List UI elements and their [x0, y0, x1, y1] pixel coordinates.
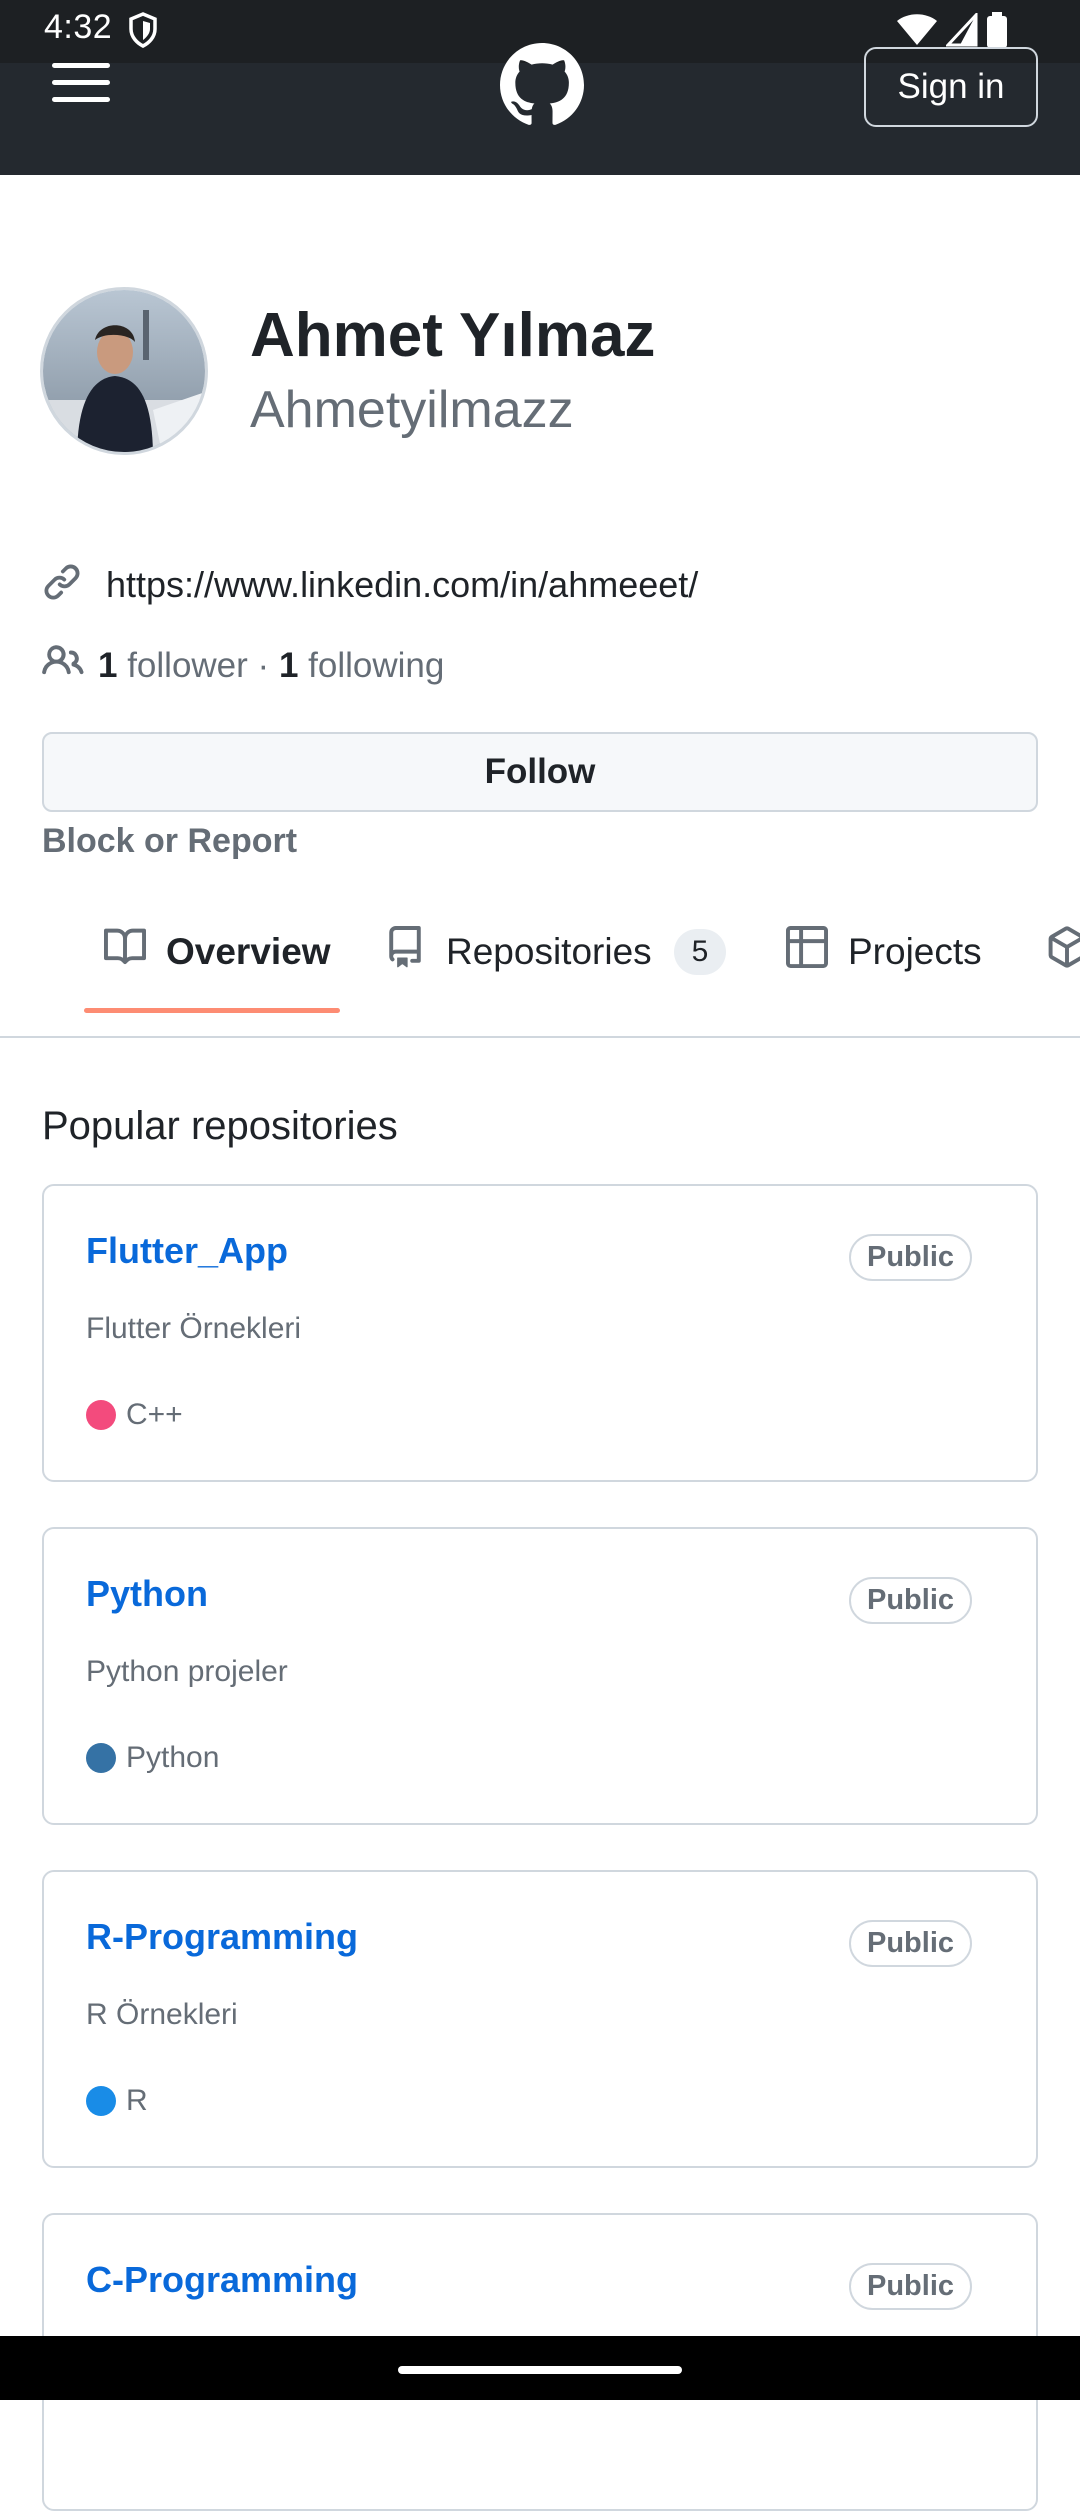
- tab-repositories-label: Repositories: [446, 930, 652, 972]
- people-icon: [42, 640, 84, 691]
- repo-language: C++: [86, 1398, 183, 1432]
- package-icon: [1046, 926, 1080, 977]
- repo-card: R-Programming Public R Örnekleri R: [42, 1870, 1038, 2168]
- following-count[interactable]: 1: [279, 646, 298, 686]
- tab-overview-label: Overview: [166, 930, 331, 972]
- tab-packages[interactable]: [1046, 926, 1080, 977]
- repo-name-link[interactable]: Flutter_App: [86, 1230, 288, 1272]
- followers-count[interactable]: 1: [98, 646, 117, 686]
- visibility-badge: Public: [848, 1234, 972, 1281]
- repo-description: Flutter Örnekleri: [86, 1312, 302, 1345]
- visibility-badge: Public: [848, 1577, 972, 1624]
- language-color-dot: [86, 2086, 116, 2116]
- separator: ·: [257, 645, 270, 685]
- sign-in-button[interactable]: Sign in: [864, 47, 1038, 127]
- language-name: C++: [126, 1398, 183, 1431]
- github-logo-icon[interactable]: [500, 43, 584, 132]
- repo-language: R: [86, 2084, 148, 2118]
- repositories-count-badge: 5: [673, 928, 727, 975]
- repo-name-link[interactable]: Python: [86, 1573, 208, 1615]
- popular-repositories-title: Popular repositories: [42, 1104, 398, 1148]
- repo-card: Flutter_App Public Flutter Örnekleri C++: [42, 1184, 1038, 1482]
- app-header: Sign in: [0, 43, 1080, 175]
- repo-language: Python: [86, 1741, 219, 1775]
- block-or-report-link[interactable]: Block or Report: [42, 822, 297, 861]
- system-navigation-bar: [0, 2336, 1080, 2400]
- language-name: Python: [126, 1741, 220, 1774]
- table-icon: [786, 926, 828, 977]
- repo-name-link[interactable]: R-Programming: [86, 1916, 358, 1958]
- book-icon: [104, 926, 147, 977]
- visibility-badge: Public: [848, 2263, 972, 2310]
- tab-repositories[interactable]: Repositories 5: [384, 926, 727, 977]
- tab-overview[interactable]: Overview: [104, 926, 331, 977]
- repo-description: Python projeler: [86, 1655, 288, 1688]
- active-tab-indicator: [84, 1008, 340, 1013]
- language-name: R: [126, 2084, 148, 2117]
- website-link[interactable]: https://www.linkedin.com/in/ahmeeet/: [42, 562, 698, 607]
- followers-label[interactable]: follower: [127, 646, 248, 686]
- profile-username: Ahmetyilmazz: [250, 381, 574, 439]
- repo-card: Python Public Python projeler Python: [42, 1527, 1038, 1825]
- status-time: 4:32: [44, 8, 113, 46]
- website-url[interactable]: https://www.linkedin.com/in/ahmeeet/: [106, 564, 698, 606]
- home-gesture-handle[interactable]: [398, 2366, 682, 2374]
- repo-name-link[interactable]: C-Programming: [86, 2259, 358, 2301]
- profile-name: Ahmet Yılmaz: [250, 301, 656, 370]
- repo-description: R Örnekleri: [86, 1998, 238, 2031]
- repo-icon: [384, 926, 426, 977]
- menu-icon[interactable]: [52, 63, 110, 103]
- avatar: [40, 287, 208, 455]
- following-label[interactable]: following: [308, 646, 444, 686]
- shield-icon: [128, 12, 158, 53]
- profile-tabs: Overview Repositories 5 Projects: [0, 900, 1080, 1038]
- language-color-dot: [86, 1743, 116, 1773]
- tab-projects[interactable]: Projects: [786, 926, 982, 977]
- follow-button[interactable]: Follow: [42, 732, 1038, 812]
- tab-projects-label: Projects: [848, 930, 982, 972]
- language-color-dot: [86, 1400, 116, 1430]
- follow-stats: 1 follower · 1 following: [42, 640, 444, 691]
- visibility-badge: Public: [848, 1920, 972, 1967]
- link-icon: [42, 562, 82, 607]
